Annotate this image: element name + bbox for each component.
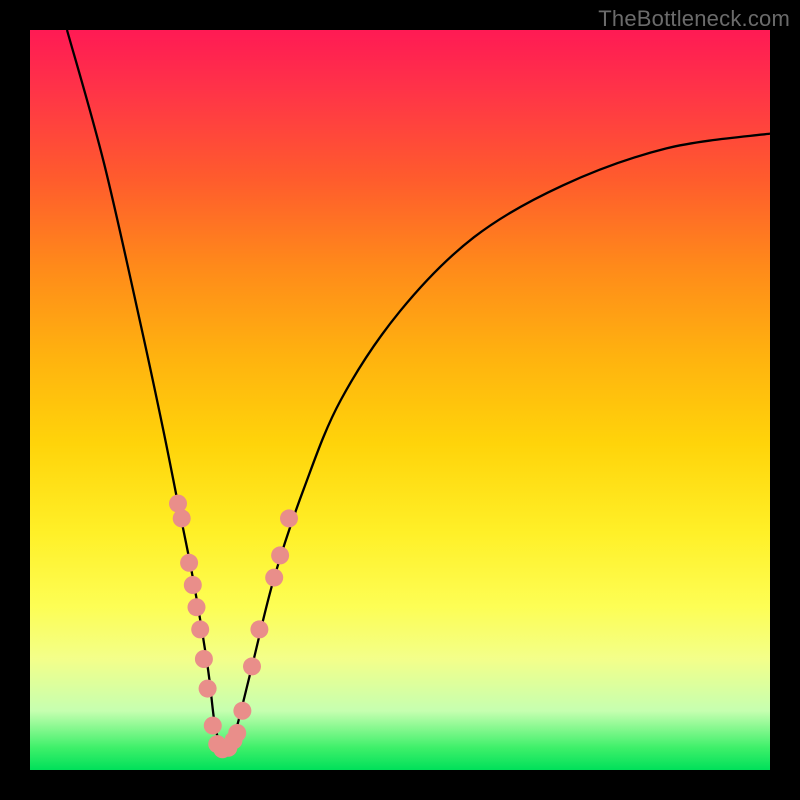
data-marker bbox=[233, 702, 251, 720]
data-marker bbox=[188, 598, 206, 616]
data-marker bbox=[204, 717, 222, 735]
data-marker bbox=[173, 509, 191, 527]
data-marker bbox=[191, 620, 209, 638]
data-marker bbox=[228, 724, 246, 742]
data-marker bbox=[265, 569, 283, 587]
data-marker bbox=[271, 546, 289, 564]
data-marker bbox=[184, 576, 202, 594]
watermark-text: TheBottleneck.com bbox=[598, 6, 790, 32]
bottleneck-curve bbox=[67, 30, 770, 751]
plot-area bbox=[30, 30, 770, 770]
data-marker bbox=[195, 650, 213, 668]
marker-group bbox=[169, 495, 298, 759]
data-marker bbox=[250, 620, 268, 638]
data-marker bbox=[199, 680, 217, 698]
outer-frame: TheBottleneck.com bbox=[0, 0, 800, 800]
data-marker bbox=[280, 509, 298, 527]
data-marker bbox=[243, 657, 261, 675]
data-marker bbox=[180, 554, 198, 572]
curve-layer bbox=[30, 30, 770, 770]
